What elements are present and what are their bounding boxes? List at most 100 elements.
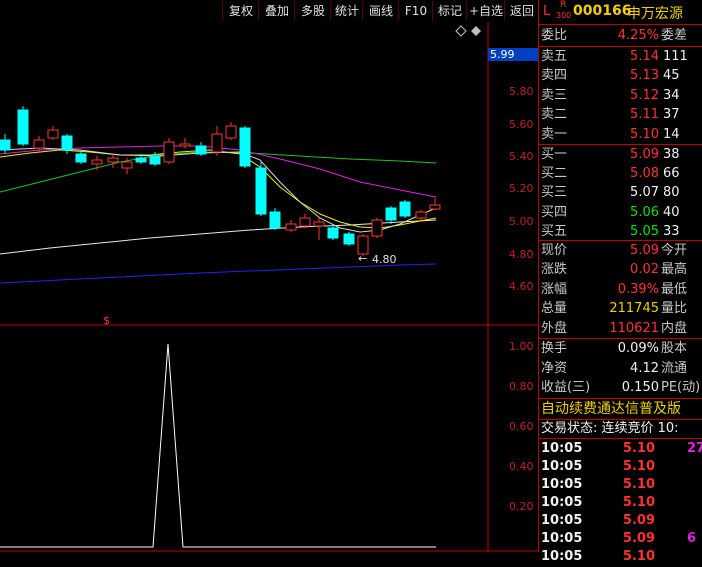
candlestick	[0, 134, 11, 154]
quote-value: 0.02	[630, 262, 659, 278]
diamond-outline-icon[interactable]	[455, 25, 467, 37]
candlestick	[313, 218, 325, 240]
bid-price: 5.05	[630, 223, 659, 239]
low-price-annotation: 4.80	[372, 253, 397, 266]
quote-row: 现价 5.09 今开	[541, 241, 702, 261]
candlestick	[385, 206, 397, 224]
ask-row[interactable]: 卖四 5.13 45	[541, 66, 702, 86]
fundamental-row: 净资 4.12 流通	[541, 359, 702, 379]
volume-axis-label: 0.60	[509, 420, 534, 433]
tick-volume: 6	[687, 531, 697, 546]
ask-volume: 37	[663, 107, 680, 123]
event-marker-icon[interactable]: $	[103, 314, 110, 327]
fundamental-label-right: 股本	[661, 341, 688, 356]
candlestick	[195, 142, 207, 156]
fundamental-row: 收益(三) 0.150 PE(动)	[541, 378, 702, 398]
volume-axis-label: 0.40	[509, 460, 534, 473]
ask-level-label: 卖三	[541, 87, 568, 103]
overlay-button[interactable]: 叠加	[258, 1, 295, 21]
tick-price: 5.10	[622, 441, 655, 456]
tick-row: 10:05 5.09	[541, 511, 702, 531]
candlestick	[343, 232, 355, 246]
candlestick	[17, 106, 29, 146]
price-axis-label: 5.80	[509, 85, 534, 98]
candlestick	[75, 152, 87, 164]
bid-volume: 80	[663, 185, 680, 201]
ask-row[interactable]: 卖二 5.11 37	[541, 105, 702, 125]
bid-row[interactable]: 买二 5.08 66	[541, 164, 702, 184]
mark-button[interactable]: 标记	[432, 1, 467, 21]
candlestick	[371, 218, 383, 238]
bid-price: 5.08	[630, 166, 659, 182]
quote-label-right: 量比	[661, 301, 688, 317]
bid-level-label: 买五	[541, 223, 568, 239]
quote-label-right: 内盘	[661, 320, 688, 336]
tick-row: 10:05 5.10	[541, 457, 702, 477]
tick-price: 5.09	[622, 513, 655, 528]
bid-level-label: 买二	[541, 166, 568, 182]
candlestick	[179, 138, 191, 148]
tick-price: 5.09	[622, 531, 655, 546]
ma-yellow-line	[0, 149, 437, 229]
statistics-button[interactable]: 统计	[330, 1, 363, 21]
ask-level-label: 卖五	[541, 49, 568, 64]
back-button[interactable]: 返回	[504, 1, 539, 21]
quote-row: 涨幅 0.39% 最低	[541, 280, 702, 300]
ask-level-label: 卖一	[541, 126, 568, 142]
kline-chart[interactable]: 5.99 6.005.805.605.405.205.004.804.60 1.…	[0, 22, 538, 552]
candlestick	[327, 226, 339, 240]
bid-level-label: 买一	[541, 147, 568, 162]
quote-label: 涨幅	[541, 281, 568, 297]
volume-axis-label: 0.80	[509, 380, 534, 393]
price-axis-label: 5.00	[509, 215, 534, 228]
ask-volume: 34	[663, 87, 680, 103]
ma-green-line	[0, 151, 437, 193]
quote-row: 总量 211745 量比	[541, 299, 702, 319]
quote-row: 涨跌 0.02 最高	[541, 260, 702, 280]
bid-volume: 33	[663, 223, 680, 239]
quote-label: 现价	[541, 243, 568, 258]
bid-price: 5.07	[630, 185, 659, 201]
volume-axis-label: 0.20	[509, 500, 534, 513]
candlestick	[299, 214, 311, 228]
bid-row[interactable]: 买五 5.05 33	[541, 222, 702, 242]
tick-time: 10:05	[541, 549, 583, 564]
tick-row: 10:05 5.10	[541, 547, 702, 567]
ask-row[interactable]: 卖五 5.14 111	[541, 47, 702, 67]
quote-panel: L R 300 000166 申万宏源 委比 4.25% 委差 卖五 5.14 11…	[538, 0, 702, 564]
bid-row[interactable]: 买一 5.09 38	[541, 145, 702, 165]
fundamental-label-right: 流通	[661, 360, 688, 376]
price-axis-label: 4.60	[509, 280, 534, 293]
market-tag: L	[543, 4, 551, 19]
quote-label: 外盘	[541, 320, 568, 336]
ask-row[interactable]: 卖三 5.12 34	[541, 86, 702, 106]
diamond-filled-icon[interactable]	[471, 26, 481, 36]
chart-toolbar: 复权 叠加 多股 统计 画线 F10 标记 +自选 返回	[0, 0, 538, 22]
fundamental-label-right: PE(动)	[661, 380, 701, 395]
candlestick	[269, 208, 281, 230]
draw-line-button[interactable]: 画线	[362, 1, 399, 21]
multi-stock-button[interactable]: 多股	[294, 1, 331, 21]
bid-level-label: 买四	[541, 204, 568, 220]
bid-row[interactable]: 买四 5.06 40	[541, 203, 702, 223]
bid-price: 5.09	[630, 147, 659, 162]
price-axis-label: 5.60	[509, 118, 534, 131]
add-favorite-button[interactable]: +自选	[466, 1, 505, 21]
bid-row[interactable]: 买三 5.07 80	[541, 183, 702, 203]
trade-status: 交易状态: 连续竞价 10:	[541, 421, 679, 436]
fundamental-label: 换手	[541, 341, 568, 356]
tick-price: 5.10	[622, 549, 655, 564]
notice-banner[interactable]: 自动续费通达信普及版	[541, 399, 702, 419]
ma-magenta-line	[0, 145, 437, 198]
tick-time: 10:05	[541, 531, 583, 546]
ask-row[interactable]: 卖一 5.10 14	[541, 125, 702, 145]
f10-button[interactable]: F10	[398, 1, 433, 21]
order-ratio-label: 委比	[541, 28, 568, 43]
ask-price: 5.14	[630, 49, 659, 64]
restore-rights-button[interactable]: 复权	[222, 1, 259, 21]
order-ratio-row: 委比 4.25% 委差	[541, 26, 702, 46]
candlestick	[415, 210, 427, 220]
bid-volume: 40	[663, 204, 680, 220]
tick-time: 10:05	[541, 513, 583, 528]
quote-row: 外盘 110621 内盘	[541, 319, 702, 339]
